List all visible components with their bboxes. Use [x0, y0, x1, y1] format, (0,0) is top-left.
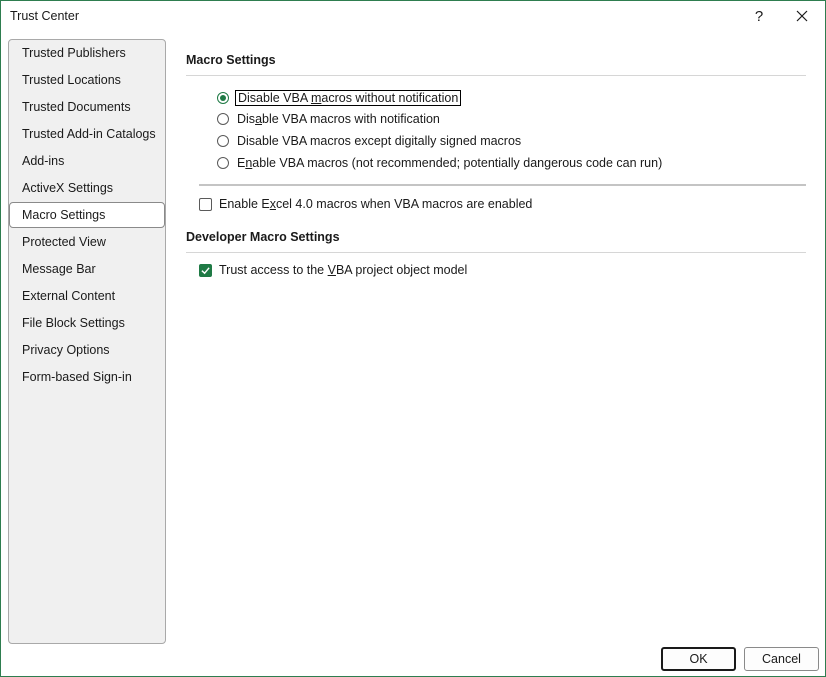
sidebar-item-message-bar[interactable]: Message Bar — [9, 256, 165, 282]
trust-vba-access-option[interactable]: Trust access to the VBA project object m… — [199, 260, 469, 280]
option-label: Enable Excel 4.0 macros when VBA macros … — [219, 197, 533, 211]
sidebar-item-trusted-publishers[interactable]: Trusted Publishers — [9, 40, 165, 66]
heading-divider — [186, 252, 806, 253]
sidebar-nav: Trusted Publishers Trusted Locations Tru… — [8, 39, 166, 644]
sidebar-item-file-block-settings[interactable]: File Block Settings — [9, 310, 165, 336]
section-divider — [199, 184, 806, 186]
option-label: Enable VBA macros (not recommended; pote… — [237, 156, 663, 170]
radio-button[interactable] — [217, 113, 229, 125]
sidebar-item-trusted-locations[interactable]: Trusted Locations — [9, 67, 165, 93]
option-disable-no-notification[interactable]: Disable VBA macros without notification — [217, 88, 462, 108]
sidebar-item-addins[interactable]: Add-ins — [9, 148, 165, 174]
option-label: Disable VBA macros without notification — [235, 90, 462, 106]
option-label: Disable VBA macros except digitally sign… — [237, 134, 522, 148]
sidebar-item-privacy-options[interactable]: Privacy Options — [9, 337, 165, 363]
option-enable-all-macros[interactable]: Enable VBA macros (not recommended; pote… — [217, 153, 664, 173]
option-disable-with-notification[interactable]: Disable VBA macros with notification — [217, 109, 442, 129]
checkmark-icon — [201, 266, 210, 274]
close-button[interactable] — [782, 1, 822, 31]
help-button[interactable]: ? — [739, 1, 779, 31]
close-icon — [796, 10, 808, 22]
sidebar-item-external-content[interactable]: External Content — [9, 283, 165, 309]
excel4-macros-option[interactable]: Enable Excel 4.0 macros when VBA macros … — [199, 194, 534, 214]
ok-button[interactable]: OK — [661, 647, 736, 671]
trust-center-dialog: Trust Center ? Trusted Publishers Truste… — [0, 0, 826, 677]
radio-button-selected[interactable] — [217, 92, 229, 104]
option-label: Disable VBA macros with notification — [237, 112, 440, 126]
macro-settings-heading: Macro Settings — [186, 53, 276, 67]
window-title: Trust Center — [10, 9, 80, 23]
sidebar-item-protected-view[interactable]: Protected View — [9, 229, 165, 255]
option-label: Trust access to the VBA project object m… — [219, 263, 468, 277]
heading-divider — [186, 75, 806, 76]
radio-button[interactable] — [217, 135, 229, 147]
cancel-button[interactable]: Cancel — [744, 647, 819, 671]
developer-settings-heading: Developer Macro Settings — [186, 230, 340, 244]
sidebar-item-form-based-sign-in[interactable]: Form-based Sign-in — [9, 364, 165, 390]
sidebar-item-macro-settings[interactable]: Macro Settings — [9, 202, 165, 228]
sidebar-item-activex-settings[interactable]: ActiveX Settings — [9, 175, 165, 201]
sidebar-item-trusted-documents[interactable]: Trusted Documents — [9, 94, 165, 120]
sidebar-item-trusted-addin-catalogs[interactable]: Trusted Add-in Catalogs — [9, 121, 165, 147]
excel4-macros-checkbox[interactable] — [199, 197, 212, 211]
trust-vba-checkbox[interactable] — [199, 263, 212, 277]
radio-button[interactable] — [217, 157, 229, 169]
option-disable-except-signed[interactable]: Disable VBA macros except digitally sign… — [217, 131, 523, 151]
title-bar: Trust Center ? — [1, 1, 825, 33]
